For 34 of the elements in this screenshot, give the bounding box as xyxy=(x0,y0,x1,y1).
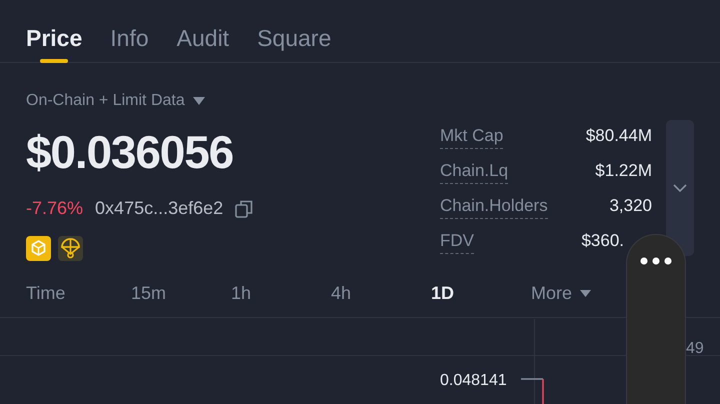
interval-tab[interactable]: 4h xyxy=(331,280,431,307)
interval-tab[interactable]: 15m xyxy=(131,280,231,307)
tab[interactable]: Square xyxy=(257,0,332,63)
data-source-dropdown[interactable]: On-Chain + Limit Data xyxy=(26,89,205,113)
more-dropdown[interactable]: More xyxy=(531,280,592,307)
stat-label: Chain.Lq xyxy=(440,158,508,184)
copy-icon[interactable] xyxy=(235,200,254,218)
tab[interactable]: Info xyxy=(110,0,149,63)
stat-label: Chain.Holders xyxy=(440,192,548,220)
caret-icon xyxy=(580,290,592,297)
tab[interactable]: Price xyxy=(26,0,82,63)
caret-icon xyxy=(192,97,205,105)
interval-tab[interactable]: 1D xyxy=(431,280,531,307)
expand-button[interactable] xyxy=(666,120,694,256)
cube-icon xyxy=(26,236,51,261)
stat-label: FDV xyxy=(440,228,474,254)
candle-drawing xyxy=(521,378,545,404)
price-change: -7.76% xyxy=(26,197,84,220)
floating-menu-button[interactable] xyxy=(626,234,686,404)
contract-address: 0x475c...3ef6e2 xyxy=(95,197,224,220)
stat-value: $1.22M xyxy=(595,160,652,182)
price: $0.036056 xyxy=(26,129,234,175)
stat-value: $360. xyxy=(581,230,624,252)
stat-value: 3,320 xyxy=(609,195,652,218)
tab[interactable]: Audit xyxy=(176,0,230,63)
parachute-icon xyxy=(58,236,83,261)
high-price-label: 0.048141 xyxy=(440,371,507,391)
more-dots-icon xyxy=(640,257,672,265)
stat-label: Mkt Cap xyxy=(440,122,504,150)
interval-label: Time xyxy=(26,282,66,305)
interval-tab[interactable]: 1h xyxy=(231,280,331,307)
stat-value: $80.44M xyxy=(586,125,652,148)
chevron-down-icon xyxy=(673,184,687,192)
axis-label: 49 xyxy=(686,339,704,359)
